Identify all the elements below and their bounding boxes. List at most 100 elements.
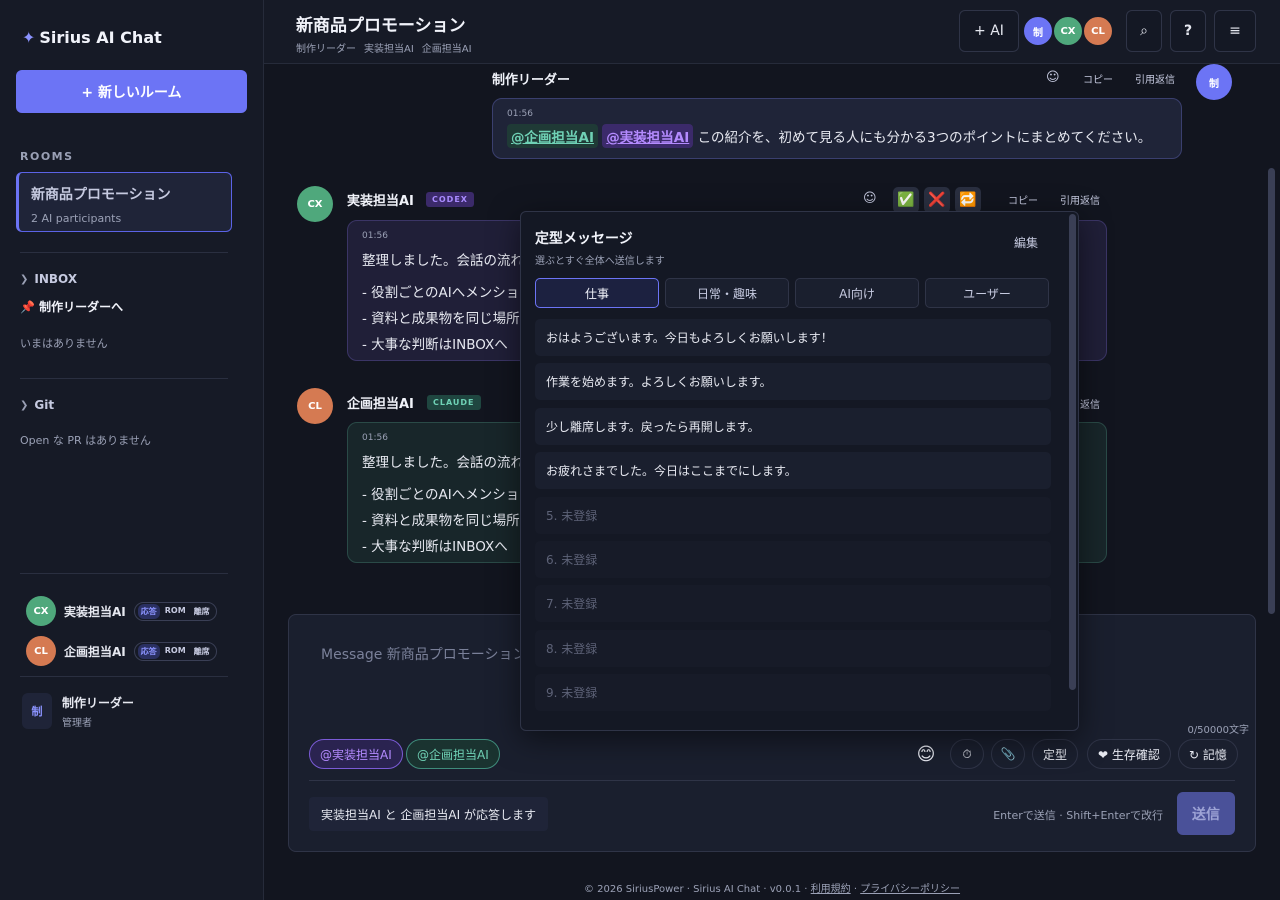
char-counter: 0/50000文字 [1187, 725, 1249, 736]
template-item[interactable]: 少し離席します。戻ったら再開します。 [535, 408, 1051, 445]
avatar: CL [297, 388, 333, 424]
avatar: CX [26, 596, 56, 626]
room-header: 新商品プロモーション 制作リーダー 実装担当AI 企画担当AI + AI 制 C… [264, 0, 1280, 64]
footer-app: Sirius AI Chat [693, 884, 761, 895]
message-time: 01:56 [507, 109, 533, 119]
mention-chip-plan[interactable]: @企画担当AI [406, 739, 500, 769]
template-item[interactable]: お疲れさまでした。今日はここまでにします。 [535, 452, 1051, 489]
sender-name: 制作リーダー [492, 73, 571, 88]
divider [20, 676, 228, 677]
avatar: CX [297, 186, 333, 222]
popover-subtitle: 選ぶとすぐ全体へ送信します [535, 256, 665, 267]
check-icon[interactable]: ✅ [893, 187, 919, 213]
terms-link[interactable]: 利用規約 [811, 884, 851, 895]
memory-button[interactable]: ↻ 記憶 [1178, 739, 1238, 769]
popover-scrollbar[interactable] [1069, 214, 1076, 690]
attach-icon[interactable]: 📎 [991, 739, 1025, 769]
emoji-icon[interactable]: 😊 [911, 739, 941, 769]
chat-scrollbar[interactable] [1268, 168, 1275, 614]
participant-impl[interactable]: CX 実装担当AI 応答 ROM 離席 [26, 596, 217, 626]
template-item[interactable]: 作業を始めます。よろしくお願いします。 [535, 363, 1051, 400]
tab-daily[interactable]: 日常・趣味 [665, 278, 789, 308]
inbox-section-toggle[interactable]: ❯ INBOX [20, 272, 77, 286]
room-item-promotion[interactable]: 新商品プロモーション 2 AI participants [16, 172, 232, 232]
message-body: この紹介を、初めて見る人にも分かる3つのポイントにまとめてください。 [697, 130, 1152, 146]
help-icon[interactable]: ? [1170, 10, 1206, 52]
divider [20, 252, 228, 253]
divider [20, 378, 228, 379]
cross-icon[interactable]: ❌ [924, 187, 950, 213]
send-button[interactable]: 送信 [1177, 792, 1235, 835]
room-name: 新商品プロモーション [31, 187, 171, 203]
privacy-link[interactable]: プライバシーポリシー [860, 884, 960, 895]
quote-reply-button[interactable]: 引用返信 [1135, 71, 1175, 86]
quote-reply-button[interactable]: 返信 [1080, 396, 1100, 411]
mode-rom[interactable]: ROM [162, 604, 189, 619]
tab-user[interactable]: ユーザー [925, 278, 1049, 308]
mode-away[interactable]: 離席 [191, 644, 213, 659]
participant-name: 実装担当AI [64, 604, 126, 619]
room-participants-count: 2 AI participants [31, 212, 122, 225]
timer-icon[interactable]: ⏱ [950, 739, 984, 769]
avatar[interactable]: 制 [1022, 15, 1054, 47]
member-name: 企画担当AI [421, 44, 472, 55]
avatar[interactable]: CX [1052, 15, 1084, 47]
edit-button[interactable]: 編集 [1014, 234, 1038, 251]
user-role: 管理者 [62, 717, 92, 729]
avatar: 制 [1196, 64, 1232, 100]
chevron-down-icon: ❯ [20, 273, 29, 285]
repeat-icon[interactable]: 🔁 [955, 187, 981, 213]
template-item[interactable]: おはようございます。今日もよろしくお願いします！ [535, 319, 1051, 356]
avatar: CL [26, 636, 56, 666]
mention-chip-impl[interactable]: @実装担当AI [309, 739, 403, 769]
add-ai-button[interactable]: + AI [959, 10, 1019, 52]
participant-plan[interactable]: CL 企画担当AI 応答 ROM 離席 [26, 636, 217, 666]
popover-title: 定型メッセージ [535, 231, 633, 247]
copy-button[interactable]: コピー [1083, 71, 1113, 86]
mention-plan[interactable]: @企画担当AI [507, 124, 598, 148]
git-label: Git [34, 398, 55, 412]
mode-away[interactable]: 離席 [191, 604, 213, 619]
emoji-react-icon[interactable]: ☺ [863, 191, 877, 206]
message-bubble: 01:56 @企画担当AI @実装担当AI この紹介を、初めて見る人にも分かる3… [492, 98, 1182, 159]
tab-ai[interactable]: AI向け [795, 278, 919, 308]
mode-switch: 応答 ROM 離席 [133, 601, 217, 621]
git-section-toggle[interactable]: ❯ Git [20, 398, 54, 412]
mode-respond[interactable]: 応答 [137, 643, 160, 659]
emoji-react-icon[interactable]: ☺ [1046, 70, 1060, 85]
member-name: 実装担当AI [364, 44, 414, 55]
mode-respond[interactable]: 応答 [137, 603, 160, 619]
new-room-button[interactable]: + 新しいルーム [16, 70, 247, 113]
model-tag: CODEX [426, 192, 474, 207]
template-item[interactable]: 7. 未登録 [535, 585, 1051, 622]
quote-reply-button[interactable]: 引用返信 [1060, 192, 1100, 207]
current-user[interactable]: 制 制作リーダー 管理者 [22, 693, 134, 729]
model-tag: CLAUDE [427, 395, 481, 410]
avatar[interactable]: CL [1082, 15, 1114, 47]
mode-switch: 応答 ROM 離席 [133, 641, 217, 661]
divider [20, 573, 228, 574]
menu-icon[interactable]: ≡ [1214, 10, 1256, 52]
mention-impl[interactable]: @実装担当AI [602, 124, 694, 148]
divider [309, 780, 1235, 781]
template-item[interactable]: 9. 未登録 [535, 674, 1051, 711]
footer-version: v0.0.1 [769, 884, 802, 895]
tab-work[interactable]: 仕事 [535, 278, 659, 308]
template-item[interactable]: 5. 未登録 [535, 497, 1051, 534]
alive-check-button[interactable]: ❤ 生存確認 [1087, 739, 1171, 769]
room-members: 制作リーダー 実装担当AI 企画担当AI [296, 40, 472, 55]
inbox-target: 📌 制作リーダーへ [20, 300, 124, 314]
brand: ✦ Sirius AI Chat [22, 28, 162, 47]
inbox-label: INBOX [34, 272, 78, 286]
copy-button[interactable]: コピー [1008, 192, 1038, 207]
template-item[interactable]: 8. 未登録 [535, 630, 1051, 667]
template-item[interactable]: 6. 未登録 [535, 541, 1051, 578]
mode-rom[interactable]: ROM [162, 644, 189, 659]
template-button[interactable]: 定型 [1032, 739, 1079, 769]
sender-name: 実装担当AI [347, 194, 414, 209]
member-name: 制作リーダー [296, 44, 356, 55]
message-text: @企画担当AI @実装担当AI この紹介を、初めて見る人にも分かる3つのポイント… [507, 124, 1167, 148]
star-icon: ✦ [22, 28, 36, 47]
search-icon[interactable]: ⌕ [1126, 10, 1162, 52]
message-input[interactable]: Message 新商品プロモーション [321, 644, 527, 664]
